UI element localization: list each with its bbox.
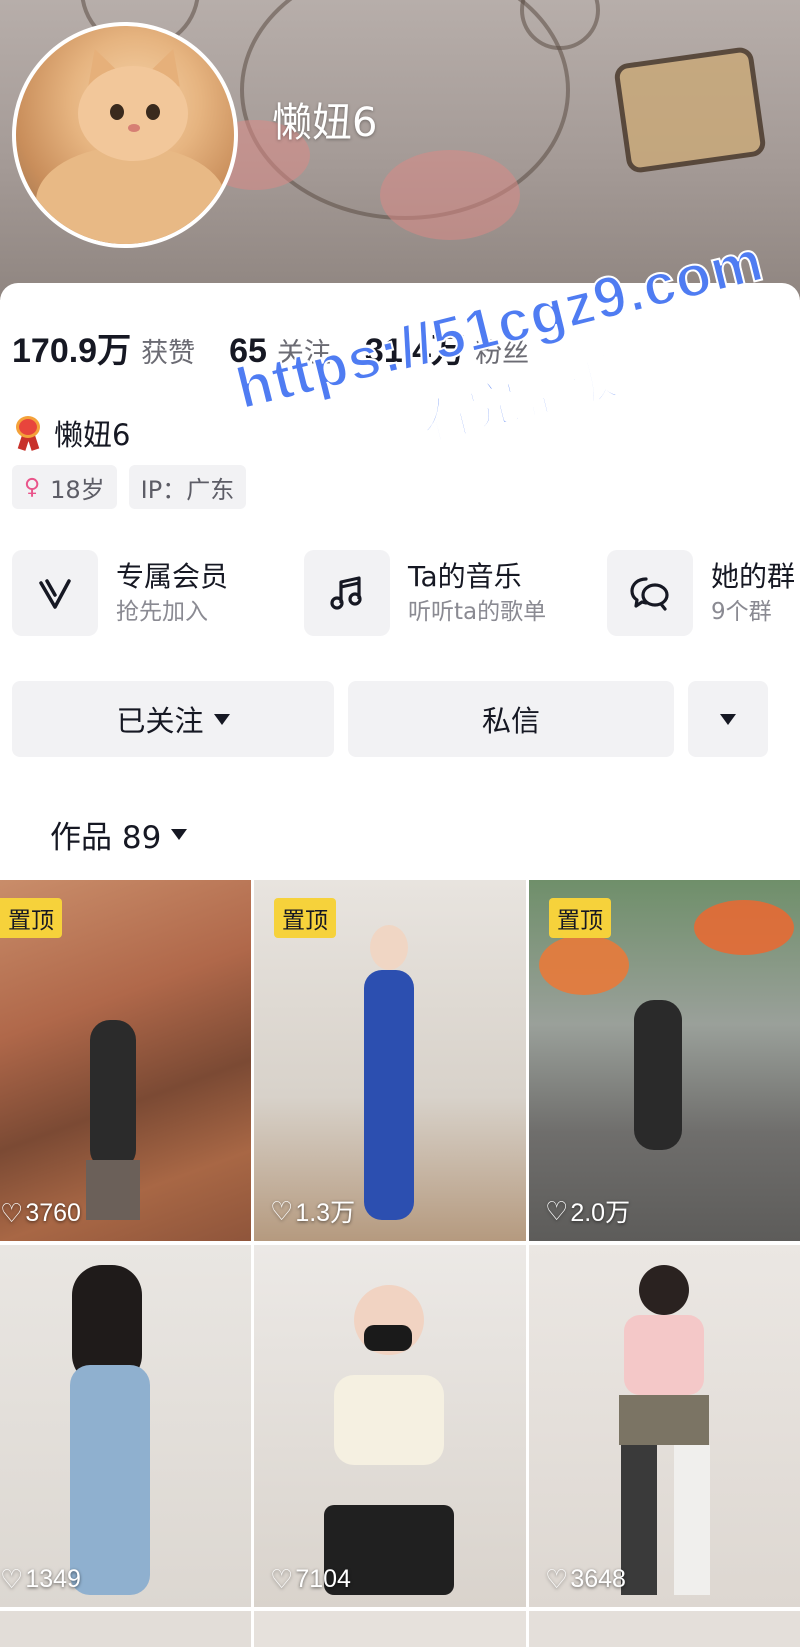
ip-tag-label: IP：广东 <box>140 475 235 504</box>
stat-following-label: 关注 <box>276 338 331 369</box>
stat-likes[interactable]: 170.9万 获赞 <box>12 323 195 372</box>
video-likes-count: 3760 <box>25 1199 81 1227</box>
pinned-badge: 置顶 <box>0 898 62 938</box>
video-tile[interactable] <box>529 1611 800 1647</box>
header-username: 懒妞6 <box>272 100 378 146</box>
video-tile[interactable]: 置顶 ♡ 2.0万 <box>529 880 800 1241</box>
video-tile[interactable] <box>0 1611 251 1647</box>
message-button-label: 私信 <box>481 704 540 738</box>
caret-down-icon <box>213 713 230 725</box>
ip-tag: IP：广东 <box>128 465 247 509</box>
works-tab[interactable]: 作品 89 <box>50 812 188 857</box>
feature-groups[interactable]: 她的群 9个群 <box>607 550 795 636</box>
video-likes-count: 7104 <box>295 1565 351 1593</box>
feature-vip[interactable]: 专属会员 抢先加入 <box>12 550 228 636</box>
video-likes: ♡ 1.3万 <box>270 1193 355 1229</box>
video-likes: ♡ 3760 <box>0 1198 81 1229</box>
followed-button-label: 已关注 <box>116 704 204 738</box>
feature-music-subtitle: 听听ta的歌单 <box>408 599 547 625</box>
followed-button[interactable]: 已关注 <box>12 681 334 757</box>
stat-following-value: 65 <box>229 332 267 370</box>
female-icon: ♀ <box>24 474 41 500</box>
video-likes: ♡ 7104 <box>270 1564 351 1595</box>
video-tile[interactable]: 置顶 ♡ 3760 <box>0 880 251 1241</box>
chat-bubbles-icon <box>607 550 693 636</box>
stat-following[interactable]: 65 关注 <box>229 331 331 371</box>
heart-icon: ♡ <box>545 1195 569 1226</box>
video-likes: ♡ 1349 <box>0 1564 81 1595</box>
stat-likes-value: 170.9万 <box>12 332 132 370</box>
video-tile[interactable]: ♡ 3648 <box>529 1245 800 1607</box>
feature-groups-subtitle: 9个群 <box>711 599 772 625</box>
music-note-icon <box>304 550 390 636</box>
video-tile[interactable]: ♡ 7104 <box>254 1245 526 1607</box>
vip-v-icon <box>12 550 98 636</box>
profile-stats: 170.9万 获赞 65 关注 31.4万 粉丝 <box>12 323 563 372</box>
stat-followers-value: 31.4万 <box>364 332 466 370</box>
stat-followers[interactable]: 31.4万 粉丝 <box>365 323 529 372</box>
feature-vip-subtitle: 抢先加入 <box>116 599 208 625</box>
heart-icon: ♡ <box>545 1564 569 1594</box>
video-likes: ♡ 2.0万 <box>545 1193 630 1229</box>
heart-icon: ♡ <box>0 1564 24 1594</box>
display-name-row: 懒妞6 <box>14 412 130 454</box>
video-tile[interactable]: 置顶 ♡ 1.3万 <box>254 880 526 1241</box>
heart-icon: ♡ <box>270 1195 294 1226</box>
display-name: 懒妞6 <box>54 418 131 452</box>
video-grid: 置顶 ♡ 3760 置顶 ♡ 1.3万 置顶 ♡ 2.0万 ♡ 1349 ♡ 7104 ♡… <box>0 880 800 1647</box>
works-tab-label: 作品 89 <box>50 820 162 856</box>
message-button[interactable]: 私信 <box>348 681 674 757</box>
heart-icon: ♡ <box>270 1564 294 1594</box>
age-tag: ♀ 18岁 <box>12 465 117 509</box>
caret-down-icon <box>171 829 188 840</box>
video-likes-count: 1.3万 <box>295 1199 356 1227</box>
feature-groups-title: 她的群 <box>711 560 796 593</box>
profile-actions: 已关注 私信 <box>0 681 800 757</box>
stat-likes-label: 获赞 <box>141 338 196 369</box>
age-tag-label: 18岁 <box>50 475 105 504</box>
stat-followers-label: 粉丝 <box>475 338 530 369</box>
feature-music-title: Ta的音乐 <box>408 560 522 593</box>
video-likes-count: 2.0万 <box>570 1199 631 1227</box>
video-likes-count: 1349 <box>25 1565 81 1593</box>
pinned-badge: 置顶 <box>274 898 336 938</box>
caret-down-icon <box>720 713 736 725</box>
video-tile[interactable] <box>254 1611 526 1647</box>
video-likes-count: 3648 <box>570 1565 626 1593</box>
pinned-badge: 置顶 <box>549 898 611 938</box>
more-dropdown-button[interactable] <box>688 681 768 757</box>
feature-vip-title: 专属会员 <box>116 560 229 593</box>
video-likes: ♡ 3648 <box>545 1564 626 1595</box>
award-ribbon-icon <box>14 416 42 451</box>
profile-tags: ♀ 18岁 IP：广东 <box>12 465 247 509</box>
feature-cards: 专属会员 抢先加入 Ta的音乐 听听ta的歌单 她的群 9个群 <box>12 550 800 640</box>
video-tile[interactable]: ♡ 1349 <box>0 1245 251 1607</box>
avatar[interactable] <box>12 22 238 248</box>
heart-icon: ♡ <box>0 1198 24 1228</box>
feature-music[interactable]: Ta的音乐 听听ta的歌单 <box>304 550 546 636</box>
